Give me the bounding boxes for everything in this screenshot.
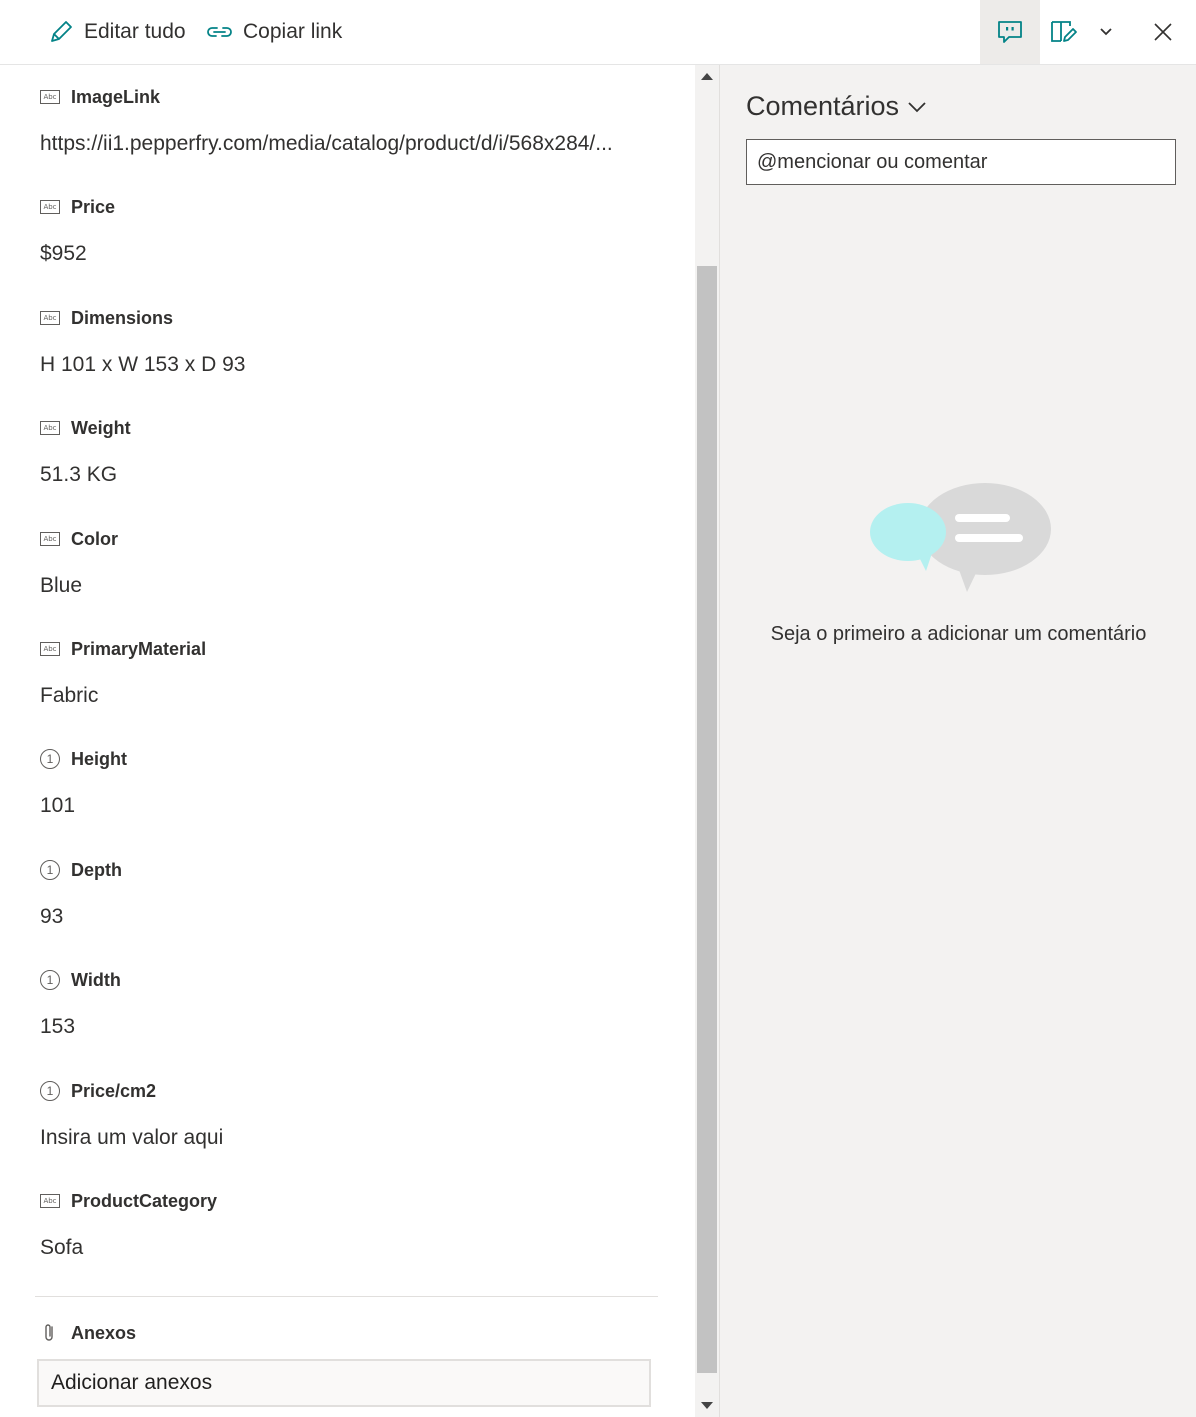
abc-icon-glyph: Abc	[40, 311, 60, 325]
field-row: 1 Depth 93	[40, 858, 660, 930]
abc-icon-glyph: Abc	[40, 532, 60, 546]
field-header: Abc PrimaryMaterial	[40, 637, 660, 661]
field-label: Color	[71, 528, 118, 549]
field-header: Abc Price	[40, 195, 660, 219]
field-value[interactable]: 153	[40, 1014, 640, 1040]
link-icon	[207, 27, 232, 37]
edit-form-button[interactable]	[1044, 0, 1084, 64]
number-icon: 1	[40, 1081, 60, 1101]
number-icon-glyph: 1	[40, 860, 60, 880]
edit-all-button[interactable]: Editar tudo	[48, 14, 186, 50]
scroll-up-arrow-icon[interactable]	[701, 73, 713, 80]
command-bar: Editar tudo Copiar link	[0, 0, 1196, 65]
add-attachments-button[interactable]: Adicionar anexos	[37, 1359, 651, 1407]
abc-text-icon: Abc	[40, 529, 60, 549]
comment-input[interactable]	[746, 139, 1176, 185]
section-divider	[35, 1296, 658, 1297]
item-fields-pane: Anexos Adicionar anexos Abc ImageLink http…	[0, 65, 695, 1417]
paperclip-icon	[45, 1324, 53, 1341]
number-icon: 1	[40, 860, 60, 880]
number-icon-glyph: 1	[40, 970, 60, 990]
comments-title: Comentários	[746, 91, 900, 121]
field-header: Abc Dimensions	[40, 306, 660, 330]
field-value[interactable]: $952	[40, 241, 640, 267]
attachments-label: Anexos	[71, 1322, 137, 1343]
abc-icon-glyph: Abc	[40, 642, 60, 656]
field-row: Abc Price $952	[40, 195, 660, 267]
field-label: Depth	[71, 859, 122, 880]
field-row: Abc Color Blue	[40, 527, 660, 599]
edit-all-label: Editar tudo	[84, 20, 186, 43]
abc-icon-glyph: Abc	[40, 421, 60, 435]
field-header: Abc Weight	[40, 416, 660, 440]
field-value[interactable]: Fabric	[40, 683, 640, 709]
comments-title-dropdown[interactable]: Comentários	[746, 91, 927, 122]
copy-link-label: Copiar link	[243, 20, 343, 43]
field-row: 1 Price/cm2 Insira um valor aqui	[40, 1079, 660, 1151]
field-label: Weight	[71, 417, 131, 438]
comments-toggle-button[interactable]	[980, 0, 1040, 64]
field-label: Height	[71, 748, 127, 769]
field-value[interactable]: Blue	[40, 573, 640, 599]
abc-text-icon: Abc	[40, 197, 60, 217]
comment-bubbles-illustration	[870, 483, 1051, 592]
field-label: Price/cm2	[71, 1080, 157, 1101]
field-header: Abc ImageLink	[40, 85, 660, 109]
field-value[interactable]: 51.3 KG	[40, 462, 640, 488]
field-row: Abc ImageLink https://ii1.pepperfry.com/me…	[40, 85, 660, 157]
field-row: Abc Weight 51.3 KG	[40, 416, 660, 488]
field-header: 1 Price/cm2	[40, 1079, 660, 1103]
more-options-dropdown[interactable]	[1090, 0, 1122, 64]
number-icon-glyph: 1	[40, 1081, 60, 1101]
field-label: PrimaryMaterial	[71, 638, 207, 659]
field-header: 1 Width	[40, 968, 660, 992]
abc-text-icon: Abc	[40, 87, 60, 107]
abc-text-icon: Abc	[40, 308, 60, 328]
chevron-down-icon	[1100, 28, 1112, 36]
empty-comments-message: Seja o primeiro a adicionar um comentári…	[770, 623, 1147, 645]
field-label: ImageLink	[71, 86, 161, 107]
close-button[interactable]	[1140, 0, 1186, 64]
field-row: 1 Height 101	[40, 747, 660, 819]
pencil-icon	[51, 21, 72, 42]
fields-scrollbar[interactable]	[695, 65, 719, 1417]
field-value[interactable]: H 101 x W 153 x D 93	[40, 352, 640, 378]
number-icon-glyph: 1	[40, 749, 60, 769]
field-value[interactable]: Sofa	[40, 1235, 640, 1261]
chevron-down-icon	[908, 101, 926, 112]
field-label: Width	[71, 969, 121, 990]
number-icon: 1	[40, 970, 60, 990]
field-value[interactable]: 93	[40, 904, 640, 930]
scroll-thumb[interactable]	[697, 266, 717, 1373]
abc-icon-glyph: Abc	[40, 200, 60, 214]
attachments-header: Anexos	[40, 1322, 136, 1344]
abc-icon-glyph: Abc	[40, 90, 60, 104]
field-label: ProductCategory	[71, 1190, 218, 1211]
copy-link-button[interactable]: Copiar link	[206, 14, 342, 50]
field-header: 1 Height	[40, 747, 660, 771]
field-header: Abc ProductCategory	[40, 1189, 660, 1213]
comment-icon	[998, 21, 1022, 43]
field-header: Abc Color	[40, 527, 660, 551]
field-row: Abc Dimensions H 101 x W 153 x D 93	[40, 306, 660, 378]
scroll-down-arrow-icon[interactable]	[701, 1402, 713, 1409]
close-icon	[1154, 23, 1172, 41]
abc-icon-glyph: Abc	[40, 1194, 60, 1208]
field-value[interactable]: https://ii1.pepperfry.com/media/catalog/…	[40, 131, 640, 157]
form-edit-icon	[1051, 21, 1077, 42]
field-label: Dimensions	[71, 307, 174, 328]
field-row: Abc ProductCategory Sofa	[40, 1189, 660, 1261]
abc-text-icon: Abc	[40, 639, 60, 659]
comments-pane: Comentários Seja o primeiro a adicionar …	[719, 65, 1196, 1417]
number-icon: 1	[40, 749, 60, 769]
field-row: 1 Width 153	[40, 968, 660, 1040]
field-value[interactable]: Insira um valor aqui	[40, 1125, 640, 1151]
field-row: Abc PrimaryMaterial Fabric	[40, 637, 660, 709]
field-value[interactable]: 101	[40, 793, 640, 819]
abc-text-icon: Abc	[40, 1191, 60, 1211]
field-header: 1 Depth	[40, 858, 660, 882]
abc-text-icon: Abc	[40, 418, 60, 438]
field-label: Price	[71, 196, 116, 217]
